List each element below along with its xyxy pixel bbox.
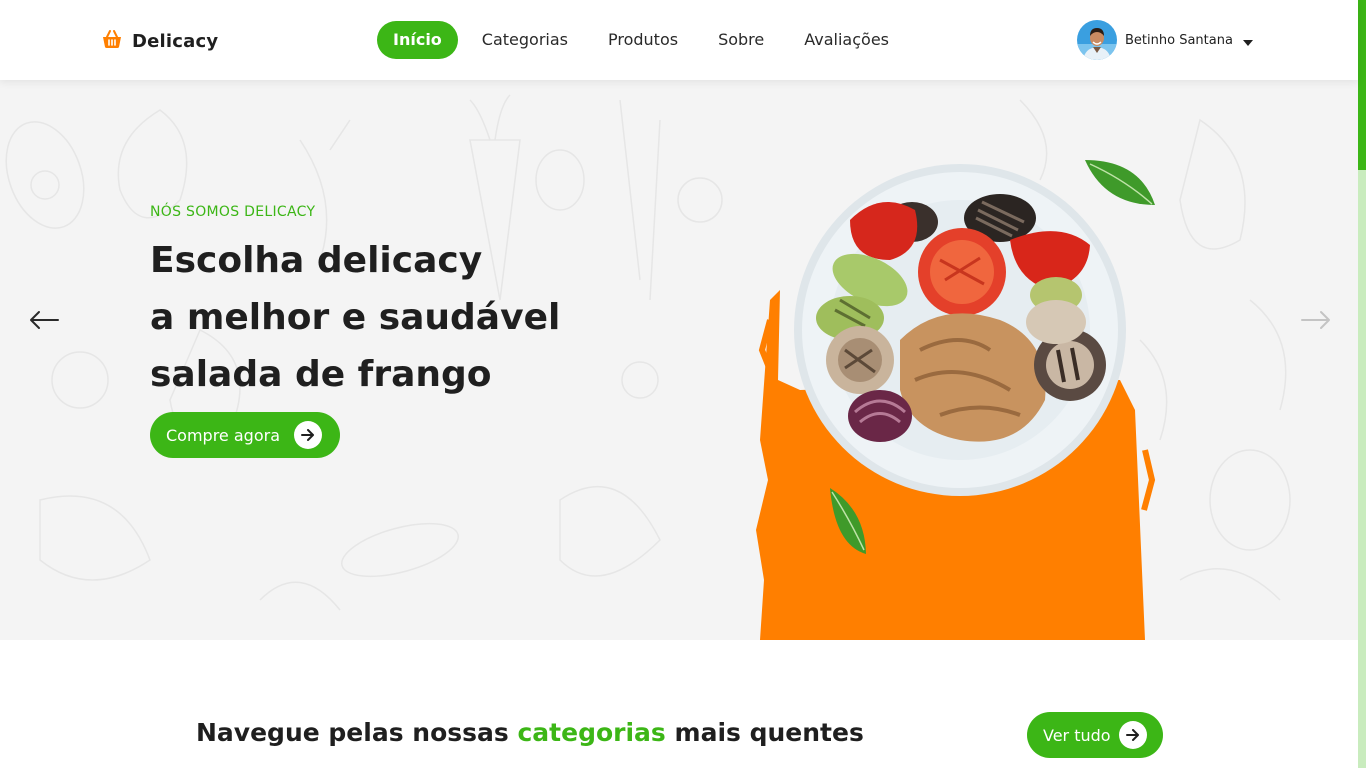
user-name: Betinho Santana	[1125, 32, 1233, 48]
hero-title-line: Escolha delicacy	[150, 240, 483, 281]
arrow-right-icon	[1119, 721, 1147, 749]
see-all-button[interactable]: Ver tudo	[1027, 712, 1163, 758]
nav-item-inicio[interactable]: Início	[377, 21, 458, 59]
brand-logo[interactable]: Delicacy	[101, 28, 218, 54]
arrow-right-icon[interactable]	[1300, 310, 1332, 334]
nav-item-produtos[interactable]: Produtos	[592, 21, 694, 59]
categories-heading-highlight: categorias	[517, 718, 666, 747]
scrollbar-thumb[interactable]	[1358, 0, 1366, 170]
grilled-chicken-plate-image	[756, 160, 1156, 640]
hero-banner: NÓS SOMOS DELICACY Escolha delicacy a me…	[0, 80, 1358, 640]
caret-down-icon[interactable]	[1242, 31, 1253, 50]
categories-heading-pre: Navegue pelas nossas	[196, 718, 509, 747]
nav-item-avaliacoes[interactable]: Avaliações	[788, 21, 905, 59]
top-navbar: Delicacy Início Categorias Produtos Sobr…	[0, 0, 1358, 80]
avatar	[1077, 20, 1117, 60]
arrow-right-icon	[294, 421, 322, 449]
hero-title: Escolha delicacy a melhor e saudável sal…	[150, 232, 610, 403]
page-scrollbar[interactable]	[1358, 0, 1366, 768]
hero-eyebrow: NÓS SOMOS DELICACY	[150, 204, 316, 220]
shop-now-label: Compre agora	[166, 425, 280, 445]
see-all-label: Ver tudo	[1043, 725, 1111, 745]
categories-heading: Navegue pelas nossas categorias mais que…	[196, 718, 864, 747]
hero-title-line: salada de frango	[150, 354, 492, 395]
brand-name: Delicacy	[132, 30, 219, 52]
basket-icon	[101, 28, 123, 54]
main-nav: Início Categorias Produtos Sobre Avaliaç…	[377, 21, 913, 59]
user-menu[interactable]: Betinho Santana	[1077, 20, 1253, 60]
nav-item-sobre[interactable]: Sobre	[702, 21, 780, 59]
arrow-left-icon[interactable]	[28, 310, 60, 334]
shop-now-button[interactable]: Compre agora	[150, 412, 340, 458]
hero-title-line: a melhor e saudável	[150, 297, 561, 338]
nav-item-categorias[interactable]: Categorias	[466, 21, 584, 59]
categories-heading-post: mais quentes	[674, 718, 864, 747]
